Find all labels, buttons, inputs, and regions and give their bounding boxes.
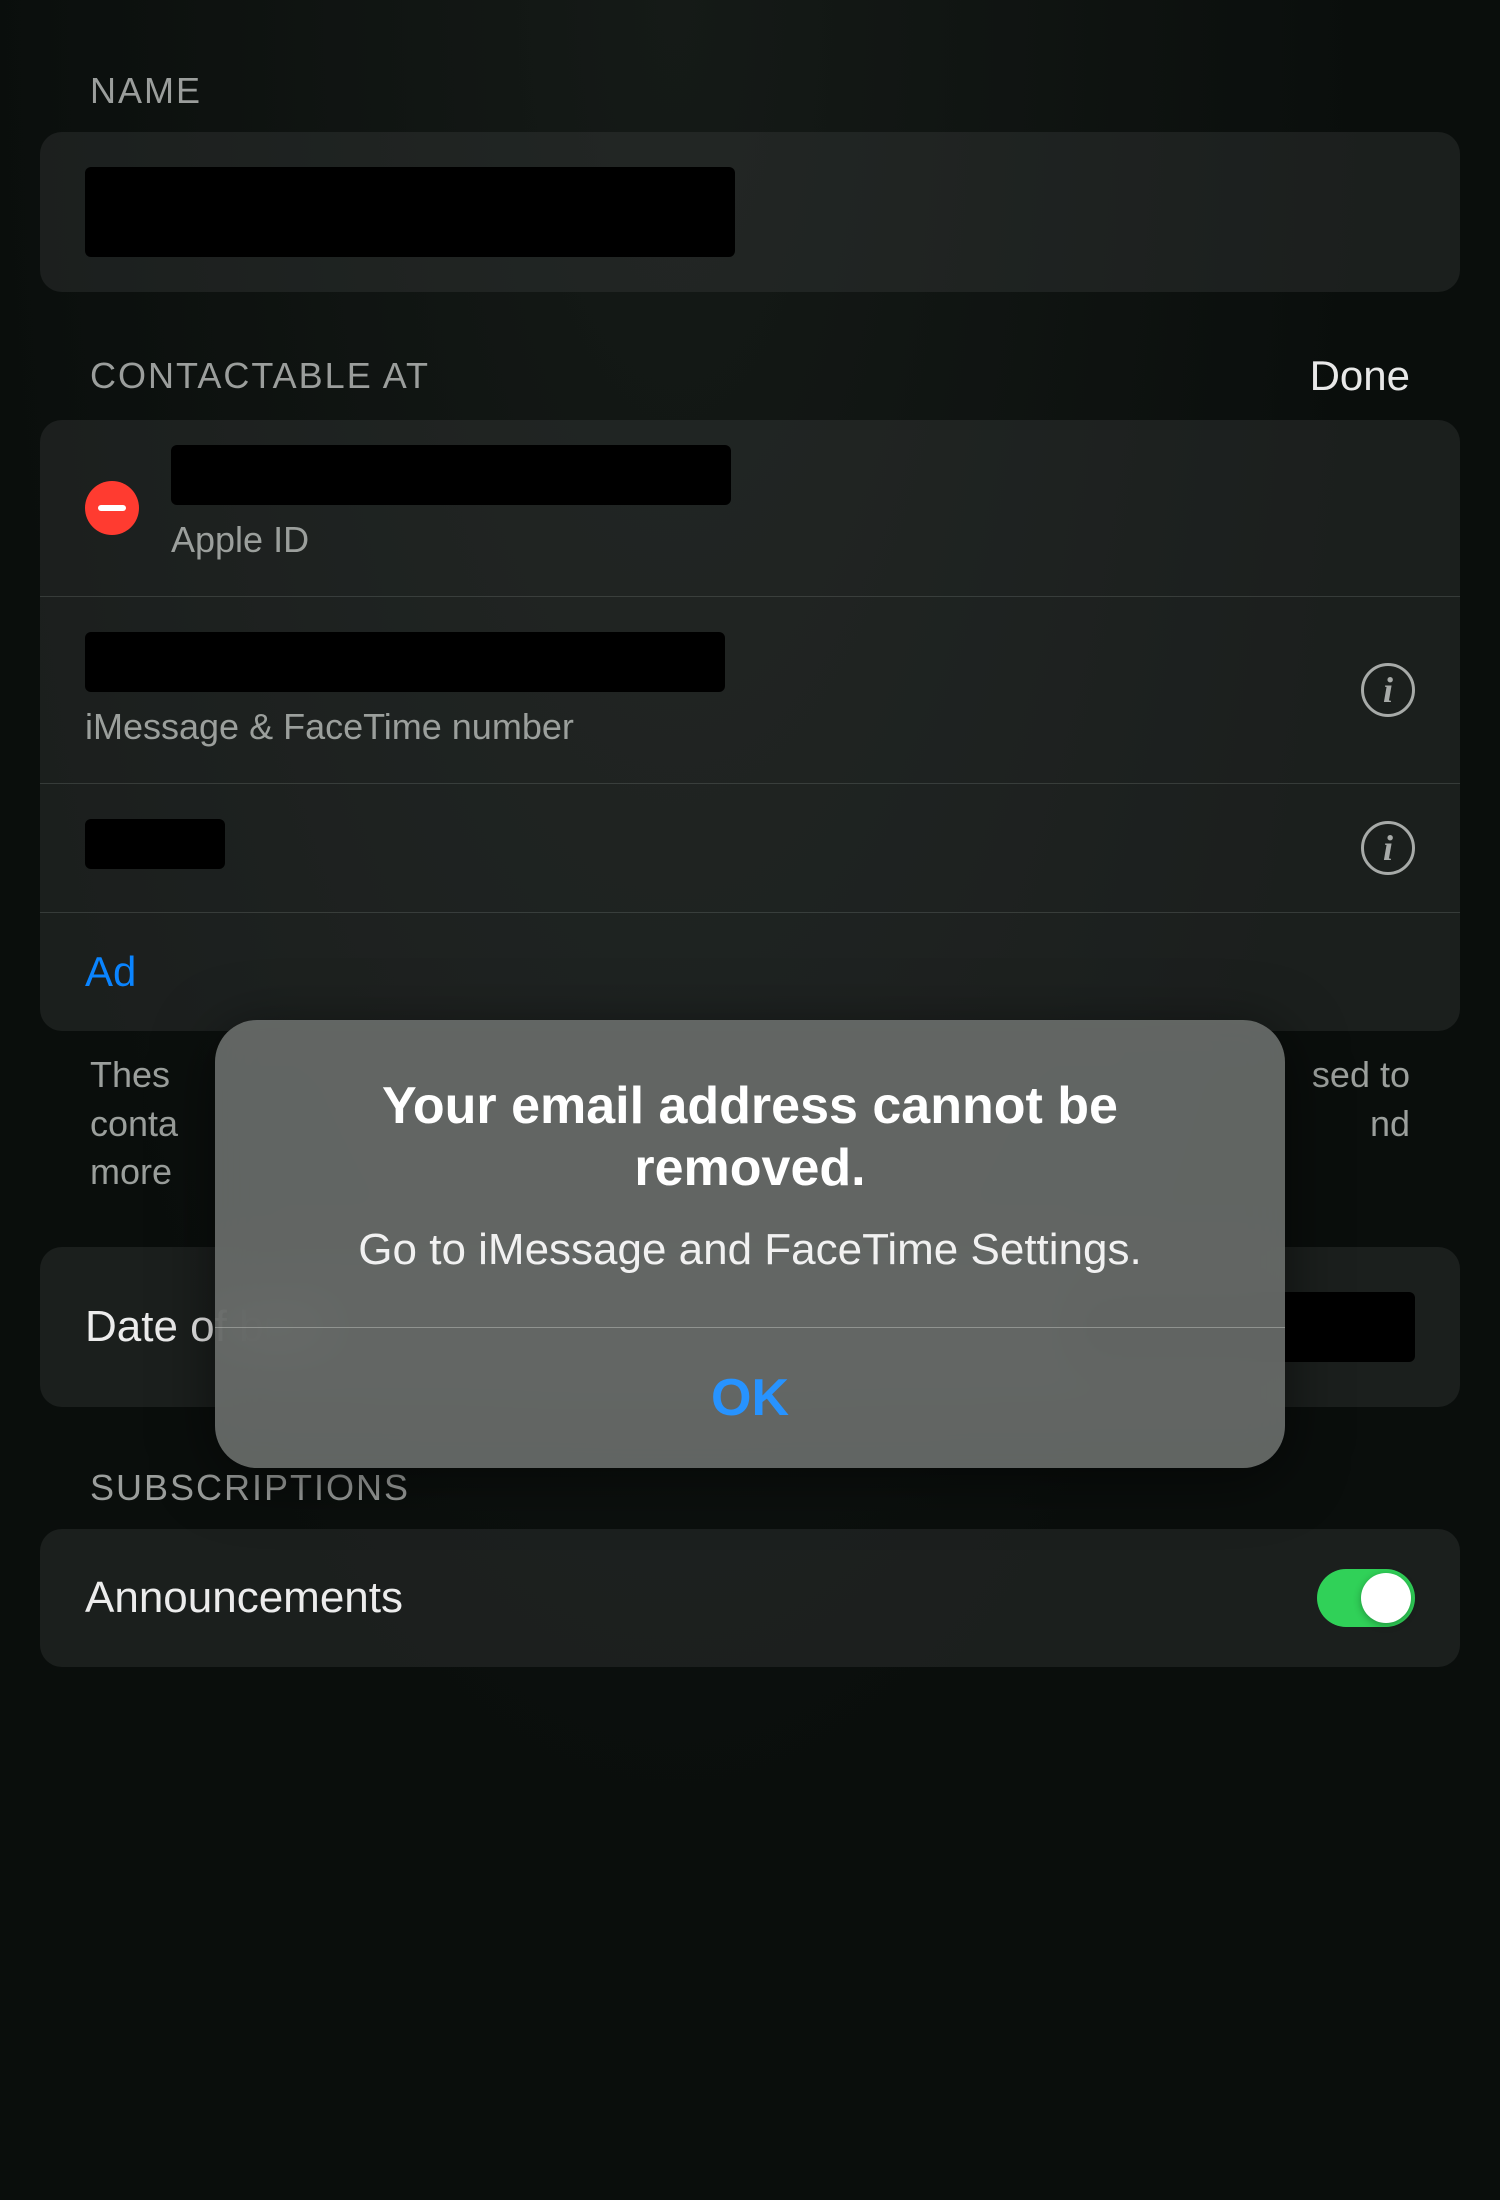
info-icon[interactable]: i	[1361, 821, 1415, 875]
contact-row-appleid[interactable]: Apple ID	[40, 420, 1460, 597]
add-link[interactable]: Ad	[85, 948, 136, 996]
info-icon[interactable]: i	[1361, 663, 1415, 717]
dob-label: Date of birth	[85, 1302, 325, 1352]
announcements-label: Announcements	[85, 1573, 403, 1623]
appleid-email-redacted	[171, 445, 731, 505]
delete-minus-icon[interactable]	[85, 481, 139, 535]
done-button[interactable]: Done	[1310, 352, 1410, 400]
phone-sublabel: iMessage & FaceTime number	[85, 706, 1361, 748]
subscriptions-card: Announcements	[40, 1529, 1460, 1667]
contactable-header-text: CONTACTABLE AT	[90, 355, 430, 397]
name-row[interactable]	[40, 132, 1460, 292]
dob-row[interactable]: Date of birth	[40, 1247, 1460, 1407]
contactable-card: Apple ID iMessage & FaceTime number i i …	[40, 420, 1460, 1031]
add-contact-row[interactable]: Ad	[40, 913, 1460, 1031]
contact-row-content: iMessage & FaceTime number	[85, 632, 1361, 748]
name-header-text: NAME	[90, 70, 202, 112]
dob-value-redacted	[1075, 1292, 1415, 1362]
contact-row-phone[interactable]: iMessage & FaceTime number i	[40, 597, 1460, 784]
contact-row-content: Apple ID	[171, 455, 1415, 561]
phone-redacted	[85, 632, 725, 692]
contact-row-content	[85, 819, 1361, 877]
dob-card[interactable]: Date of birth	[40, 1247, 1460, 1407]
announcements-row[interactable]: Announcements	[40, 1529, 1460, 1667]
footer-left: Thes conta more	[90, 1051, 178, 1197]
contact-row-extra[interactable]: i	[40, 784, 1460, 913]
footer-right: sed to nd	[1312, 1051, 1410, 1197]
contactable-footer: Thes conta more sed to nd	[40, 1031, 1460, 1247]
extra-redacted	[85, 819, 225, 869]
name-value-redacted	[85, 167, 735, 257]
subscriptions-header: SUBSCRIPTIONS	[40, 1437, 1460, 1529]
name-card[interactable]	[40, 132, 1460, 292]
appleid-sublabel: Apple ID	[171, 519, 1415, 561]
name-section-header: NAME	[40, 40, 1460, 132]
contactable-section-header: CONTACTABLE AT Done	[40, 322, 1460, 420]
announcements-toggle[interactable]	[1317, 1569, 1415, 1627]
subscriptions-header-text: SUBSCRIPTIONS	[90, 1467, 410, 1509]
settings-screen: NAME CONTACTABLE AT Done Apple ID iMessa…	[0, 0, 1500, 2200]
